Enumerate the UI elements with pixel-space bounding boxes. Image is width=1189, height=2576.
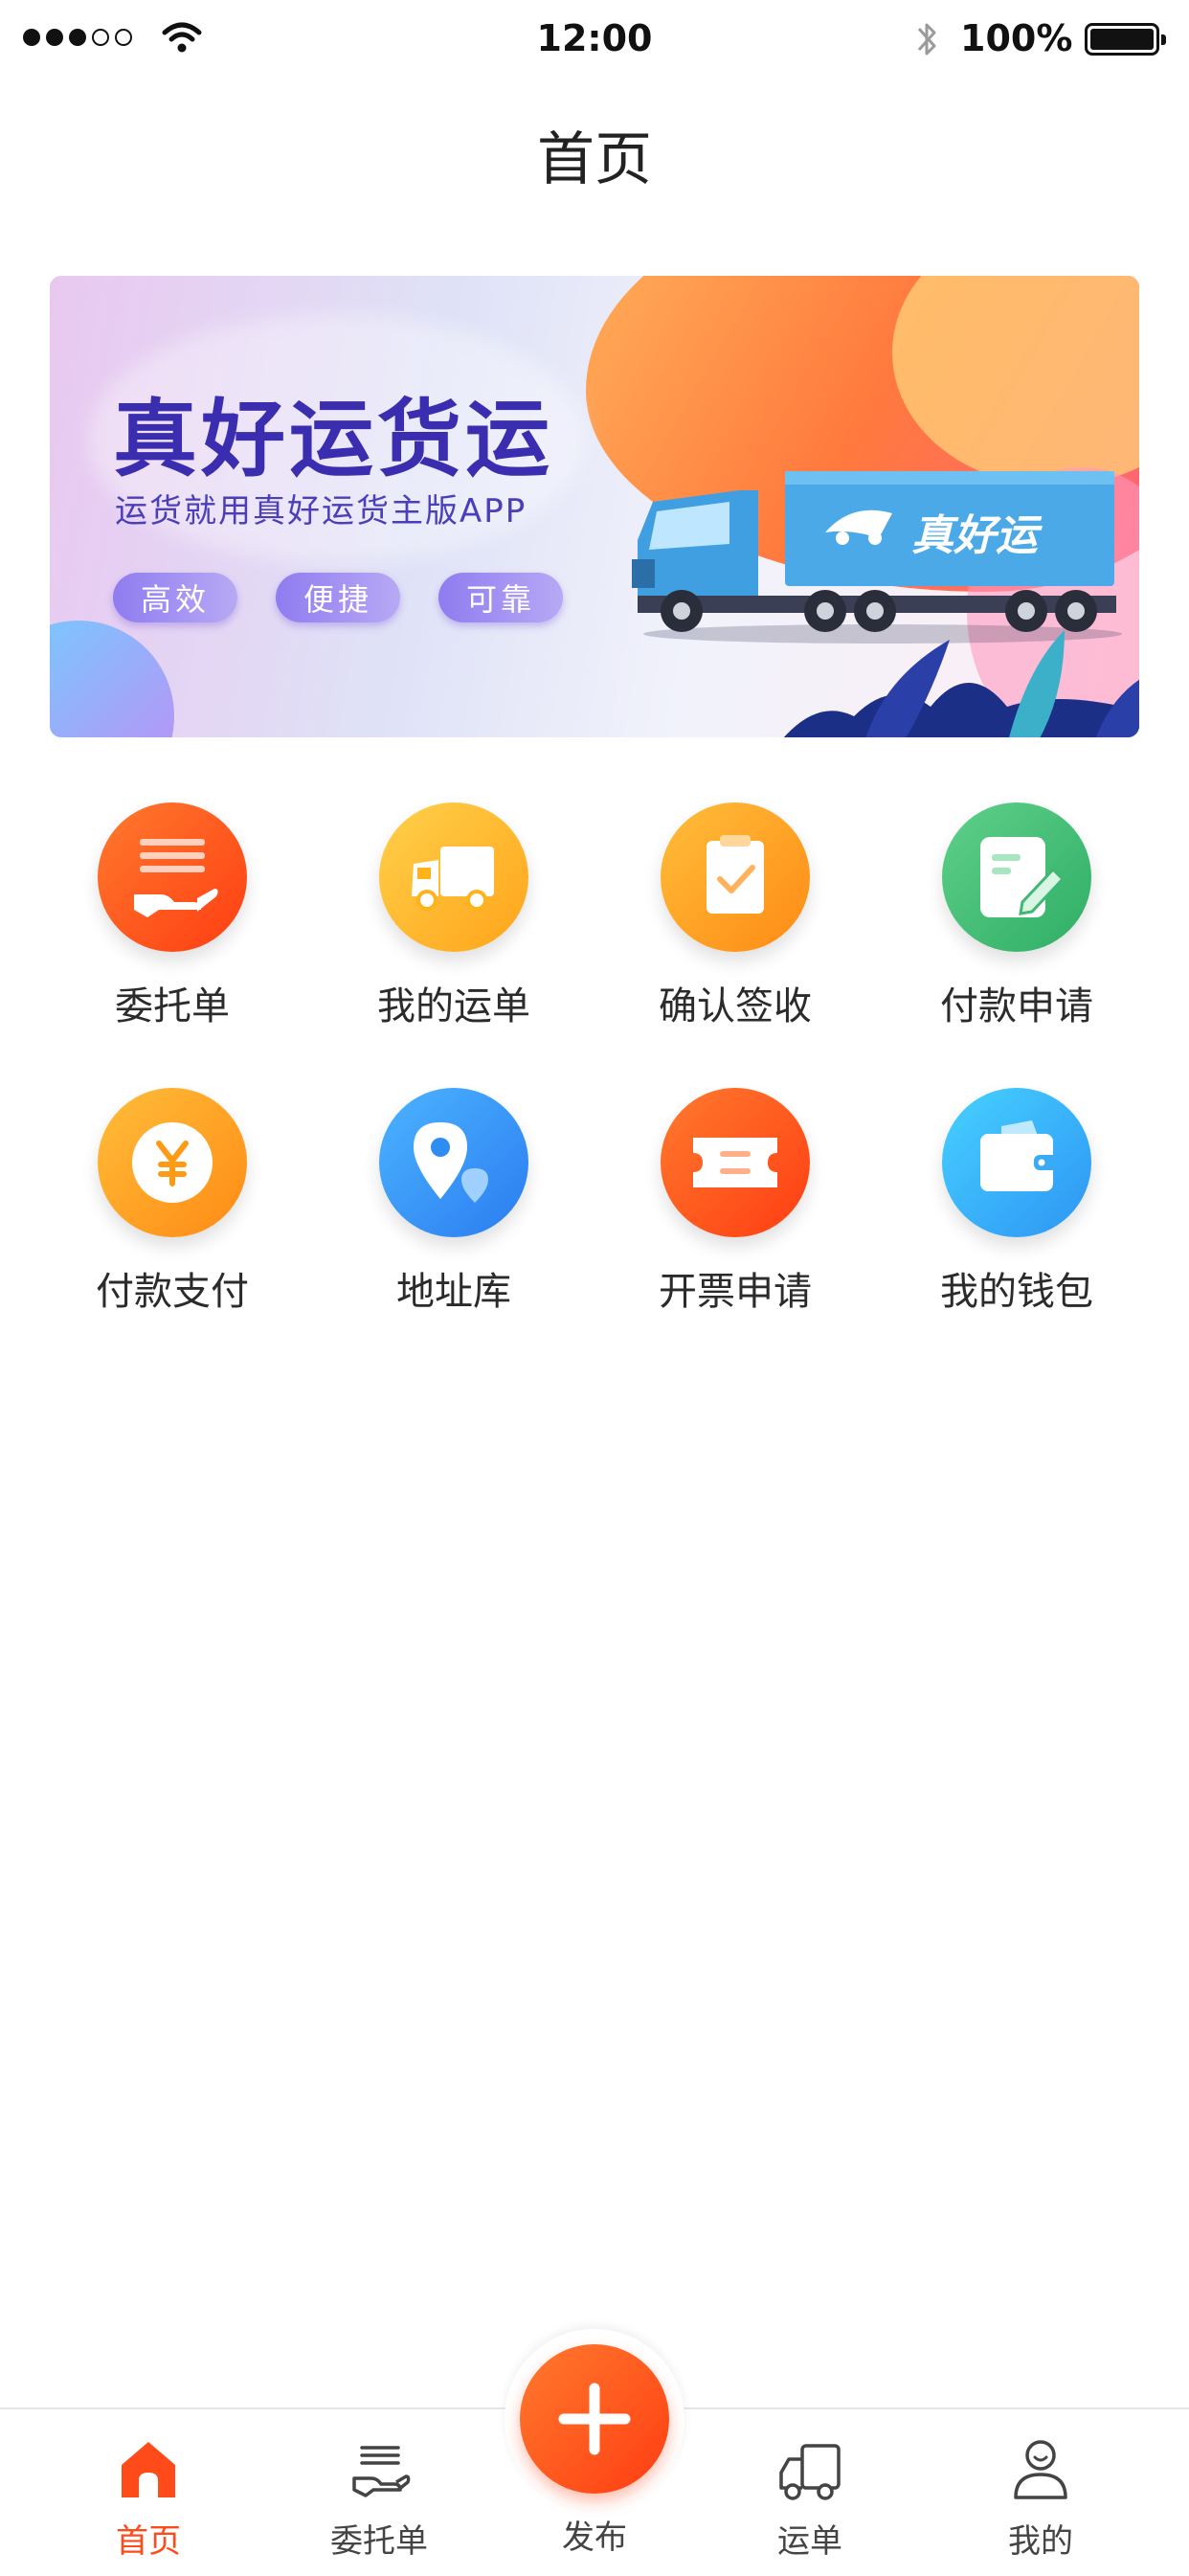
grid-item-label: 我的运单	[377, 984, 530, 1028]
bluetooth-icon	[917, 23, 936, 56]
grid-item-payment-request[interactable]: 付款申请	[876, 802, 1157, 1030]
tab-waybill[interactable]: 运单	[733, 2409, 886, 2562]
hand-document-icon	[352, 2446, 411, 2497]
ticket-icon	[661, 1088, 810, 1237]
grid-item-payment[interactable]: 付款支付	[32, 1088, 313, 1316]
battery-percentage: 100%	[960, 17, 1073, 59]
truck-icon	[379, 802, 528, 952]
grid-item-label: 委托单	[115, 984, 230, 1028]
truck-logo-text: 真好运	[911, 511, 1043, 560]
tab-home-label: 首页	[116, 2522, 181, 2561]
clipboard-check-icon	[661, 802, 810, 952]
tab-entrust-orders[interactable]: 委托单	[303, 2409, 456, 2562]
grid-item-my-waybill[interactable]: 我的运单	[313, 802, 594, 1030]
home-icon	[122, 2442, 175, 2497]
banner-tag: 便捷	[276, 573, 400, 622]
publish-button[interactable]	[520, 2344, 669, 2494]
status-bar: 12:00 100%	[0, 0, 1189, 82]
tab-mine[interactable]: 我的	[964, 2409, 1117, 2562]
grid-item-entrust-order[interactable]: 委托单	[32, 802, 313, 1030]
banner-tag: 可靠	[438, 573, 563, 622]
banner-subtitle: 运货就用真好运货主版APP	[115, 492, 527, 531]
publish-label: 发布	[562, 2519, 627, 2557]
grid-item-label: 我的钱包	[940, 1270, 1093, 1314]
wallet-icon	[942, 1088, 1091, 1237]
plus-icon	[558, 2383, 631, 2455]
banner-tag: 高效	[113, 573, 237, 622]
tab-waybill-label: 运单	[777, 2522, 842, 2561]
grid-item-label: 地址库	[396, 1270, 511, 1314]
grid-item-invoice-request[interactable]: 开票申请	[594, 1088, 876, 1316]
page-title: 首页	[537, 126, 652, 193]
grid-item-address-book[interactable]: 地址库	[313, 1088, 594, 1316]
tab-mine-label: 我的	[1008, 2522, 1073, 2561]
truck-icon	[779, 2444, 841, 2500]
grid-item-my-wallet[interactable]: 我的钱包	[876, 1088, 1157, 1316]
banner-title: 真好运货运	[113, 390, 554, 488]
grid-item-label: 付款支付	[96, 1270, 249, 1314]
grid-item-label: 确认签收	[659, 984, 812, 1028]
yuan-coin-icon	[98, 1088, 247, 1237]
grid-item-confirm-receipt[interactable]: 确认签收	[594, 802, 876, 1030]
tab-home[interactable]: 首页	[72, 2409, 225, 2562]
location-pin-icon	[379, 1088, 528, 1237]
promo-banner[interactable]: 真好运货运 运货就用真好运货主版APP 高效 便捷 可靠 真好运	[50, 276, 1139, 737]
document-edit-icon	[942, 802, 1091, 952]
user-icon	[1014, 2440, 1067, 2499]
grid-item-label: 开票申请	[659, 1270, 812, 1314]
leaves-decoration	[783, 630, 1139, 737]
battery-icon	[1085, 23, 1166, 56]
banner-tags: 高效 便捷 可靠	[113, 573, 563, 622]
tab-entrust-orders-label: 委托单	[330, 2522, 428, 2561]
grid-item-label: 付款申请	[940, 984, 1093, 1028]
hand-document-icon	[98, 802, 247, 952]
